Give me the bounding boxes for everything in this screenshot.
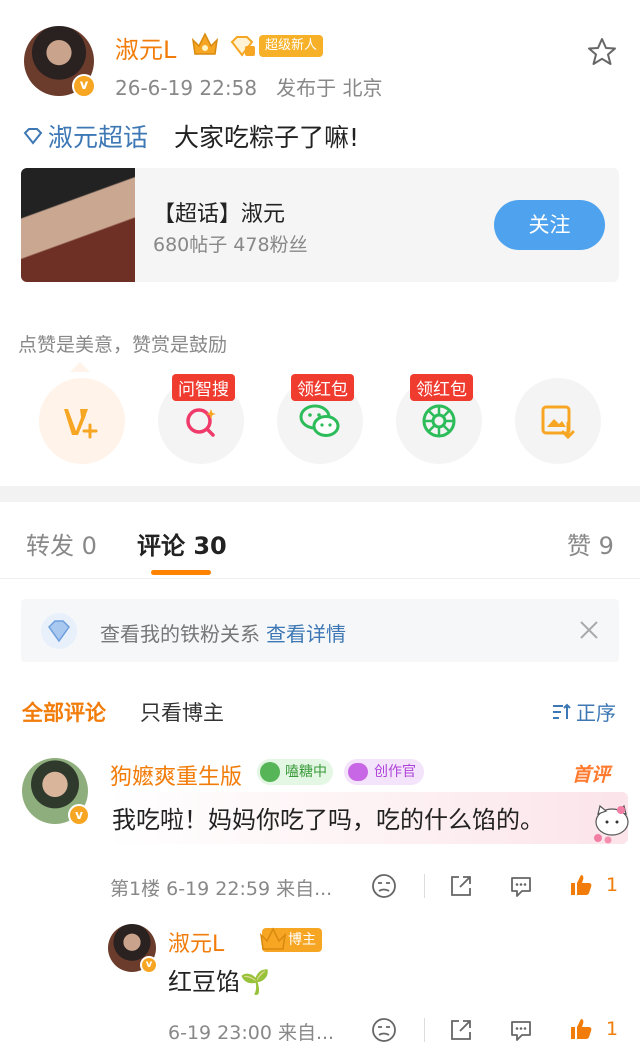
comment-text: 我吃啦！妈妈你吃了吗，吃的什么馅的。 bbox=[112, 806, 544, 834]
verified-badge-icon: v bbox=[68, 804, 90, 826]
tab-comments[interactable]: 评论 30 bbox=[137, 526, 227, 561]
tab-repost[interactable]: 转发 0 bbox=[26, 526, 97, 561]
fan-badge: 嗑糖中 bbox=[257, 759, 333, 785]
verified-badge-icon: v bbox=[72, 74, 96, 98]
fan-banner[interactable]: 查看我的铁粉关系 查看详情 bbox=[21, 599, 619, 662]
topic-link[interactable]: 淑元超话 bbox=[48, 118, 148, 154]
topic-card-stats: 680帖子 478粉丝 bbox=[153, 234, 308, 256]
like-thumb-icon[interactable] bbox=[568, 872, 594, 898]
verified-badge-icon: v bbox=[140, 956, 158, 974]
active-tab-indicator bbox=[151, 570, 211, 575]
moments-redpacket-tag: 领红包 bbox=[410, 374, 474, 401]
reward-v-icon bbox=[64, 409, 98, 439]
meta-separator bbox=[424, 1018, 425, 1042]
owner-tag: 博主 bbox=[259, 927, 322, 952]
close-icon[interactable] bbox=[577, 618, 601, 642]
smart-search-tag: 问智搜 bbox=[172, 374, 236, 401]
commenter-name[interactable]: 狗嬷爽重生版 bbox=[110, 759, 242, 791]
dislike-face-icon[interactable] bbox=[371, 1017, 397, 1043]
smart-search-icon bbox=[186, 408, 216, 437]
section-divider bbox=[0, 486, 640, 502]
post-text: 大家吃粽子了嘛! bbox=[174, 123, 360, 152]
tabs-divider bbox=[0, 578, 640, 579]
like-note: 点赞是美意，赞赏是鼓励 bbox=[18, 334, 228, 356]
replier-avatar[interactable]: v bbox=[108, 924, 158, 974]
post-content: 淑元超话 大家吃粽子了嘛! bbox=[22, 118, 359, 154]
tab-likes[interactable]: 赞 9 bbox=[567, 526, 614, 561]
kitty-sticker-icon bbox=[594, 804, 629, 844]
reward-button[interactable] bbox=[39, 378, 125, 464]
fan-diamond-icon bbox=[41, 613, 77, 649]
like-thumb-icon[interactable] bbox=[568, 1016, 594, 1042]
follow-button[interactable]: 关注 bbox=[494, 200, 605, 250]
meta-separator bbox=[424, 874, 425, 898]
filter-all-comments[interactable]: 全部评论 bbox=[22, 697, 106, 727]
smart-search-button[interactable]: 问智搜 bbox=[158, 374, 244, 464]
crown-icon bbox=[191, 32, 219, 55]
moments-icon bbox=[422, 404, 456, 438]
topic-card-title: 【超话】淑元 bbox=[153, 202, 286, 227]
filter-owner-only[interactable]: 只看博主 bbox=[140, 697, 224, 727]
author-avatar[interactable]: v bbox=[24, 26, 96, 98]
sort-label: 正序 bbox=[576, 701, 616, 725]
reply-icon[interactable] bbox=[508, 1017, 534, 1043]
save-image-icon bbox=[541, 405, 575, 440]
level-gem-icon bbox=[230, 36, 255, 57]
like-count: 1 bbox=[606, 1018, 619, 1040]
reply-meta: 6-19 23:00 来自... bbox=[168, 1022, 335, 1044]
post-meta: 26-6-19 22:58 发布于 北京 bbox=[115, 76, 383, 100]
share-icon[interactable] bbox=[448, 873, 474, 899]
author-name[interactable]: 淑元L bbox=[115, 30, 176, 65]
reply-text: 红豆馅🌱 bbox=[168, 968, 270, 996]
star-icon[interactable] bbox=[586, 36, 618, 68]
wechat-share-button[interactable]: 领红包 bbox=[277, 374, 363, 464]
like-count: 1 bbox=[606, 874, 619, 896]
share-icon[interactable] bbox=[448, 1017, 474, 1043]
replier-name[interactable]: 淑元L bbox=[168, 926, 224, 958]
save-image-button[interactable] bbox=[515, 378, 601, 464]
fan-banner-text: 查看我的铁粉关系 查看详情 bbox=[100, 622, 346, 646]
commenter-avatar[interactable]: v bbox=[22, 758, 90, 826]
wechat-icon bbox=[299, 404, 340, 437]
diamond-icon bbox=[23, 128, 43, 145]
comment-meta: 第1楼 6-19 22:59 来自... bbox=[110, 878, 333, 900]
badge-leaf-icon bbox=[260, 762, 280, 782]
tip-arrow bbox=[70, 362, 90, 372]
first-comment-label: 首评 bbox=[572, 764, 611, 786]
newbie-badge: 超级新人 bbox=[259, 35, 324, 57]
wechat-redpacket-tag: 领红包 bbox=[291, 374, 355, 401]
sort-button[interactable]: 正序 bbox=[550, 697, 616, 726]
creator-badge: 创作官 bbox=[344, 759, 424, 785]
creator-icon bbox=[348, 763, 368, 781]
crown-icon bbox=[259, 927, 287, 950]
fan-details-link[interactable]: 查看详情 bbox=[266, 622, 346, 646]
dislike-face-icon[interactable] bbox=[371, 873, 397, 899]
topic-cover-image bbox=[21, 168, 135, 282]
moments-share-button[interactable]: 领红包 bbox=[396, 374, 482, 464]
sort-icon bbox=[553, 703, 571, 719]
reply-icon[interactable] bbox=[508, 873, 534, 899]
topic-card[interactable]: 【超话】淑元 680帖子 478粉丝 关注 bbox=[21, 168, 619, 282]
